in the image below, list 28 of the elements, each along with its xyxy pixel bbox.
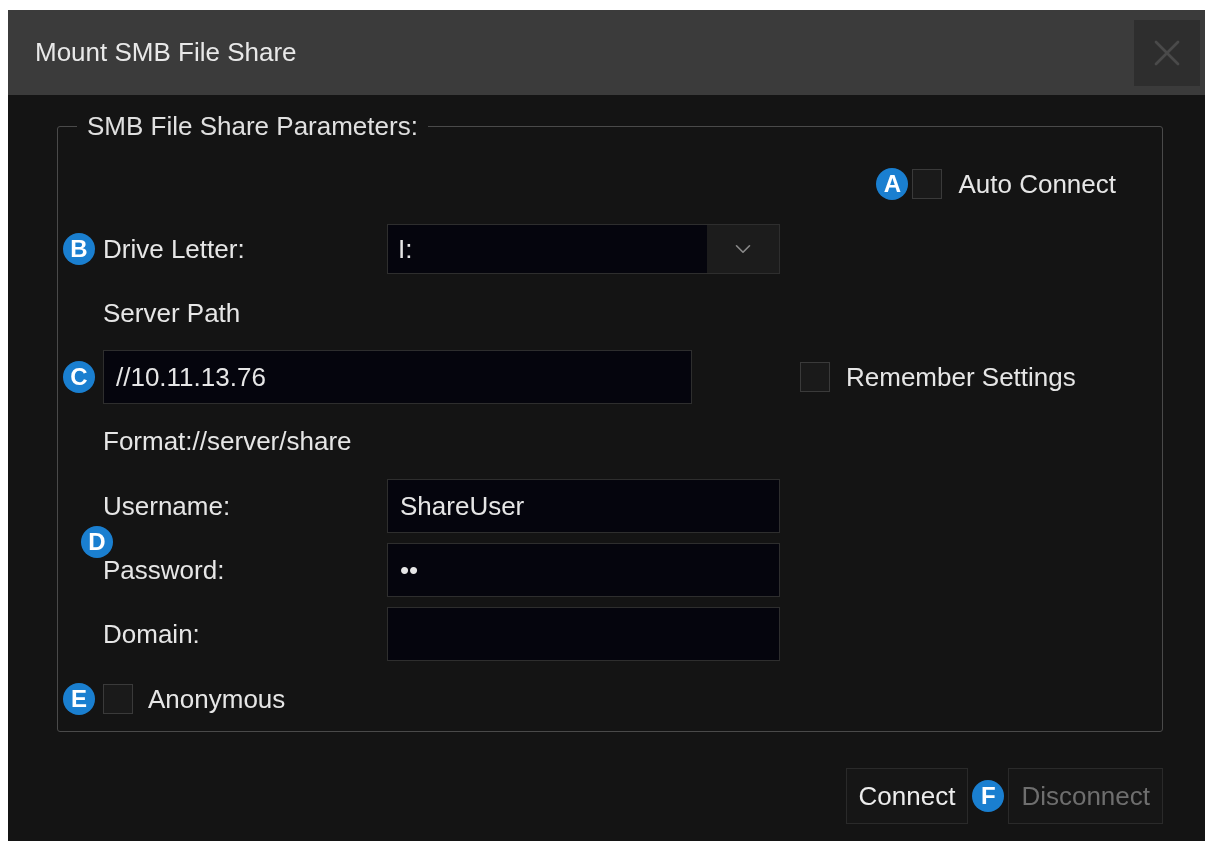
dropdown-value: I: <box>397 232 414 266</box>
close-button[interactable] <box>1134 19 1200 86</box>
input-field[interactable]: ShareUser <box>387 479 780 533</box>
checkbox[interactable] <box>800 362 830 392</box>
input-field[interactable]: •• <box>387 543 780 597</box>
checkbox-label: Remember Settings <box>846 360 1076 394</box>
group-title: SMB File Share Parameters: <box>86 110 419 143</box>
callout-badge: D <box>81 526 113 558</box>
callout-badge: E <box>63 683 95 715</box>
window-title: Mount SMB File Share <box>35 36 297 69</box>
dropdown-select[interactable]: I: <box>387 224 780 274</box>
field-label: Domain: <box>103 617 201 651</box>
checkbox-label: Anonymous <box>148 682 286 716</box>
input-field[interactable] <box>387 607 780 661</box>
checkbox[interactable] <box>912 169 943 199</box>
checkbox-label: Auto Connect <box>958 167 1116 201</box>
callout-badge: F <box>972 780 1005 812</box>
checkbox[interactable] <box>103 684 133 714</box>
dropdown-arrow-button[interactable] <box>707 225 779 273</box>
format-hint: Format://server/share <box>103 424 352 458</box>
callout-badge: C <box>63 361 95 393</box>
callout-badge: A <box>876 168 909 200</box>
field-label: Server Path <box>103 296 241 330</box>
field-label: Username: <box>103 489 232 523</box>
field-label: Drive Letter: <box>103 232 246 266</box>
connect-button[interactable]: Connect <box>845 768 969 824</box>
input-field[interactable]: //10.11.13.76 <box>103 350 692 404</box>
callout-badge: B <box>63 233 95 265</box>
